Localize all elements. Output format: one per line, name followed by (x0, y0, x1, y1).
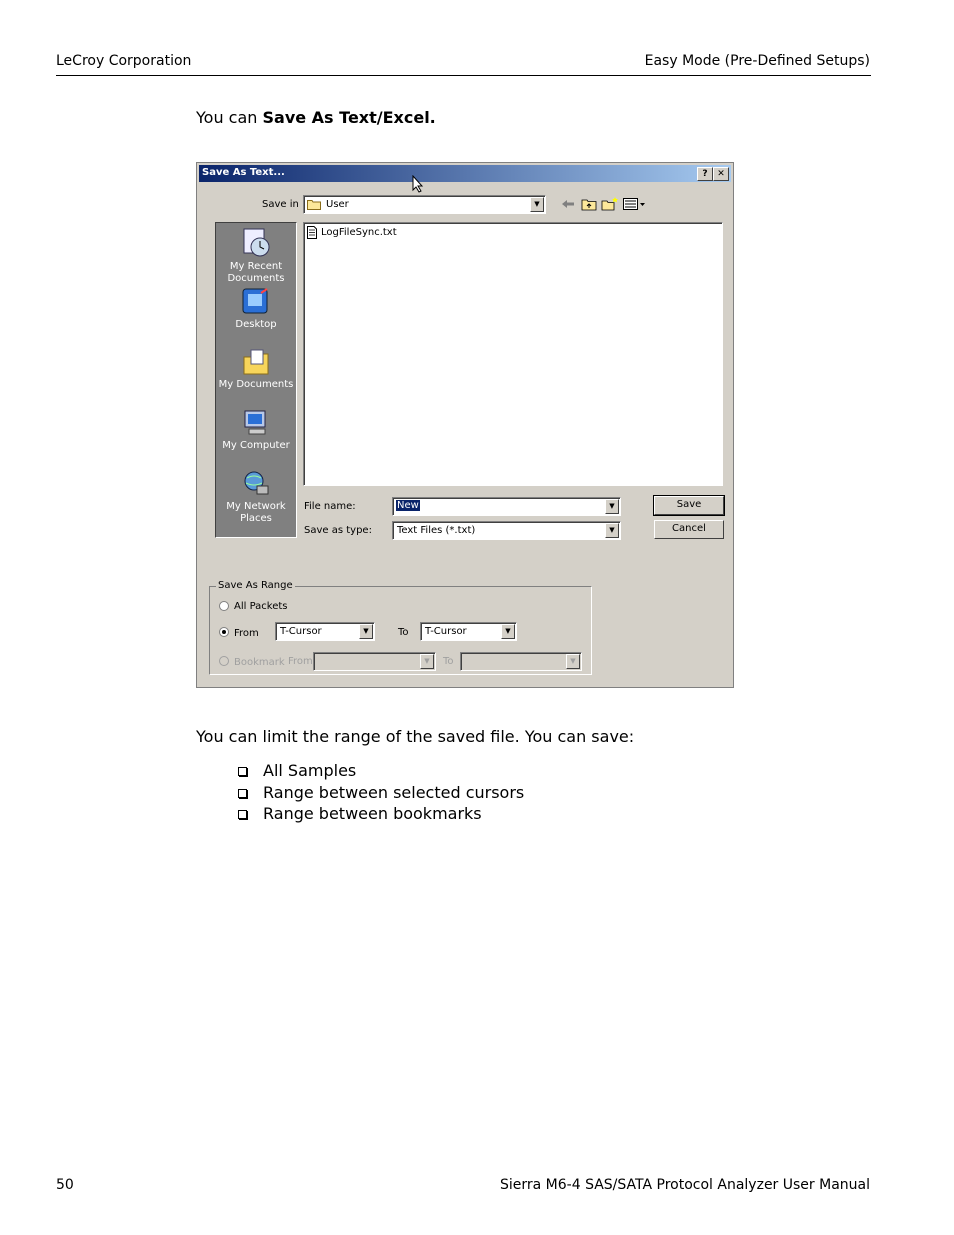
manual-title: Sierra M6-4 SAS/SATA Protocol Analyzer U… (499, 1177, 870, 1193)
from-radio[interactable] (219, 627, 229, 637)
place-label: My Computer (222, 440, 290, 451)
bookmark-to-select[interactable]: ▼ (460, 652, 582, 671)
network-places-icon (244, 471, 269, 495)
all-packets-label: All Packets (234, 601, 288, 612)
my-computer-icon (244, 410, 266, 435)
view-menu-icon[interactable] (623, 198, 647, 210)
file-list[interactable]: LogFileSync.txt (303, 222, 723, 486)
range-paragraph: You can limit the range of the saved fil… (196, 727, 635, 746)
header-company: LeCroy Corporation (56, 53, 192, 69)
list-item: All Samples (238, 760, 524, 782)
bookmark-from-label: From (288, 656, 313, 667)
places-bar: My Recent Documents Desktop My Documents… (215, 222, 297, 538)
place-my-network-places[interactable]: My Network Places (216, 469, 296, 525)
save-as-type-label: Save as type: (304, 525, 372, 536)
file-name-label: File name: (304, 501, 356, 512)
page-number: 50 (56, 1177, 74, 1193)
save-button[interactable]: Save (653, 495, 725, 516)
chevron-down-icon[interactable]: ▼ (605, 499, 619, 514)
intro-prefix: You can (196, 108, 263, 127)
from-value: T-Cursor (280, 626, 322, 637)
chevron-down-icon[interactable]: ▼ (530, 197, 544, 212)
save-in-select[interactable]: User ▼ (303, 195, 546, 214)
file-name: LogFileSync.txt (321, 227, 397, 238)
to-select[interactable]: T-Cursor ▼ (420, 622, 517, 641)
list-item: Range between bookmarks (238, 803, 524, 825)
close-button[interactable]: ✕ (713, 167, 729, 181)
help-button[interactable]: ? (697, 167, 713, 181)
from-select[interactable]: T-Cursor ▼ (275, 622, 375, 641)
list-item-text: All Samples (263, 761, 357, 780)
chevron-down-icon[interactable]: ▼ (359, 624, 373, 639)
place-my-computer[interactable]: My Computer (216, 408, 296, 452)
range-options-list: All Samples Range between selected curso… (238, 760, 524, 825)
toolbar (559, 196, 649, 212)
cancel-button[interactable]: Cancel (654, 520, 724, 539)
chevron-down-icon[interactable]: ▼ (566, 654, 580, 669)
dialog-title: Save As Text... (202, 167, 285, 178)
save-as-type-select[interactable]: Text Files (*.txt) ▼ (392, 521, 621, 540)
chevron-down-icon[interactable]: ▼ (420, 654, 434, 669)
back-arrow-icon[interactable] (561, 199, 575, 209)
header-section: Easy Mode (Pre-Defined Setups) (644, 53, 870, 69)
intro-bold: Save As Text/Excel. (262, 108, 436, 127)
up-folder-icon[interactable] (581, 197, 597, 211)
checkbox-bullet-icon (238, 767, 247, 776)
header-rule (56, 75, 871, 76)
place-my-recent-documents[interactable]: My Recent Documents (216, 227, 296, 285)
save-as-type-value: Text Files (*.txt) (397, 525, 476, 536)
intro-text: You can Save As Text/Excel. (196, 108, 436, 127)
folder-icon (307, 200, 321, 210)
chevron-down-icon[interactable]: ▼ (605, 523, 619, 538)
save-as-text-dialog: Save As Text... ? ✕ Save in User ▼ My Re… (196, 162, 734, 688)
place-my-documents[interactable]: My Documents (216, 347, 296, 391)
bookmark-radio[interactable] (219, 656, 229, 666)
place-label: Desktop (235, 319, 277, 330)
list-item-text: Range between bookmarks (263, 804, 482, 823)
file-name-value: New (396, 500, 420, 511)
new-folder-icon[interactable] (601, 197, 619, 211)
dialog-titlebar: Save As Text... ? ✕ (199, 165, 731, 182)
my-documents-icon (243, 349, 269, 375)
bookmark-label: Bookmark (234, 657, 285, 668)
place-label: My Documents (218, 379, 294, 390)
list-item-text: Range between selected cursors (263, 782, 525, 802)
checkbox-bullet-icon (238, 810, 247, 819)
from-label: From (234, 628, 259, 639)
save-in-label: Save in (262, 199, 299, 210)
place-desktop[interactable]: Desktop (216, 287, 296, 331)
save-in-value: User (326, 199, 349, 210)
to-label: To (398, 627, 409, 638)
bookmark-from-select[interactable]: ▼ (313, 652, 436, 671)
to-value: T-Cursor (425, 626, 467, 637)
save-as-range-title: Save As Range (216, 580, 295, 591)
mouse-cursor-icon (412, 175, 424, 193)
list-item: Range between selected cursors (238, 782, 524, 804)
bookmark-to-label: To (443, 656, 454, 667)
desktop-icon (242, 288, 268, 314)
place-label: My Network Places (226, 501, 286, 524)
chevron-down-icon[interactable]: ▼ (501, 624, 515, 639)
place-label: My Recent Documents (227, 261, 285, 284)
checkbox-bullet-icon (238, 788, 247, 798)
file-name-input[interactable]: New ▼ (392, 497, 621, 516)
recent-documents-icon (243, 228, 270, 257)
text-file-icon (307, 226, 317, 239)
all-packets-radio[interactable] (219, 601, 229, 611)
